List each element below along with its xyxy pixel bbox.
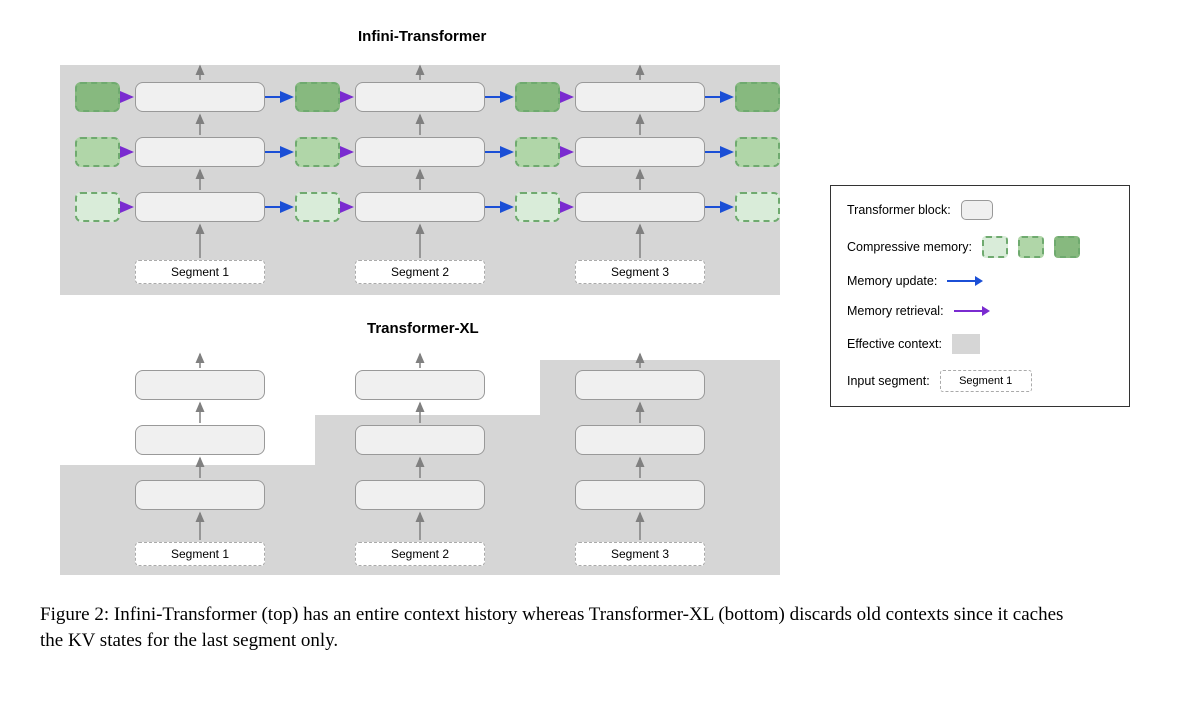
memory-box	[515, 192, 560, 222]
transformer-block	[135, 425, 265, 455]
memory-icon	[982, 236, 1008, 258]
transformer-block	[135, 137, 265, 167]
transformer-block	[575, 192, 705, 222]
legend-memory-retrieval: Memory retrieval:	[847, 304, 1113, 318]
memory-box	[295, 82, 340, 112]
segment-label: Segment 1	[135, 542, 265, 566]
legend-label: Memory retrieval:	[847, 304, 944, 318]
transformer-block	[575, 137, 705, 167]
memory-icon	[1054, 236, 1080, 258]
transformer-block	[355, 192, 485, 222]
legend-box: Transformer block: Compressive memory: M…	[830, 185, 1130, 407]
transformer-block	[355, 370, 485, 400]
title-xl: Transformer-XL	[367, 320, 479, 337]
legend-label: Input segment:	[847, 374, 930, 388]
transformer-block	[135, 480, 265, 510]
memory-box	[295, 192, 340, 222]
memory-box	[295, 137, 340, 167]
memory-icon	[1018, 236, 1044, 258]
figure-diagram: Infini-Transformer Segment 1 Segment 2 S…	[40, 20, 1140, 580]
transformer-block	[355, 82, 485, 112]
title-infini: Infini-Transformer	[358, 28, 486, 45]
segment-label: Segment 3	[575, 260, 705, 284]
segment-icon: Segment 1	[940, 370, 1032, 392]
transformer-block	[135, 192, 265, 222]
legend-label: Effective context:	[847, 337, 942, 351]
segment-label: Segment 2	[355, 542, 485, 566]
legend-memory-update: Memory update:	[847, 274, 1113, 288]
transformer-block	[575, 480, 705, 510]
transformer-block	[575, 370, 705, 400]
segment-label: Segment 1	[135, 260, 265, 284]
segment-label: Segment 2	[355, 260, 485, 284]
legend-effective-context: Effective context:	[847, 334, 1113, 354]
memory-box	[735, 192, 780, 222]
transformer-block	[575, 425, 705, 455]
segment-label: Segment 3	[575, 542, 705, 566]
legend-label: Compressive memory:	[847, 240, 972, 254]
memory-box	[515, 137, 560, 167]
legend-label: Memory update:	[847, 274, 937, 288]
memory-box	[735, 82, 780, 112]
transformer-block	[135, 370, 265, 400]
transformer-block	[355, 480, 485, 510]
legend-transformer-block: Transformer block:	[847, 200, 1113, 220]
transformer-block	[355, 137, 485, 167]
legend-label: Transformer block:	[847, 203, 951, 217]
memory-box	[75, 137, 120, 167]
transformer-block	[575, 82, 705, 112]
figure-caption: Figure 2: Infini-Transformer (top) has a…	[40, 602, 1070, 653]
context-icon	[952, 334, 980, 354]
memory-box	[75, 82, 120, 112]
transformer-block-icon	[961, 200, 993, 220]
memory-box	[515, 82, 560, 112]
memory-box	[75, 192, 120, 222]
arrow-icon	[954, 310, 988, 312]
legend-compressive-memory: Compressive memory:	[847, 236, 1113, 258]
transformer-block	[355, 425, 485, 455]
legend-input-segment: Input segment: Segment 1	[847, 370, 1113, 392]
transformer-block	[135, 82, 265, 112]
arrow-icon	[947, 280, 981, 282]
memory-box	[735, 137, 780, 167]
